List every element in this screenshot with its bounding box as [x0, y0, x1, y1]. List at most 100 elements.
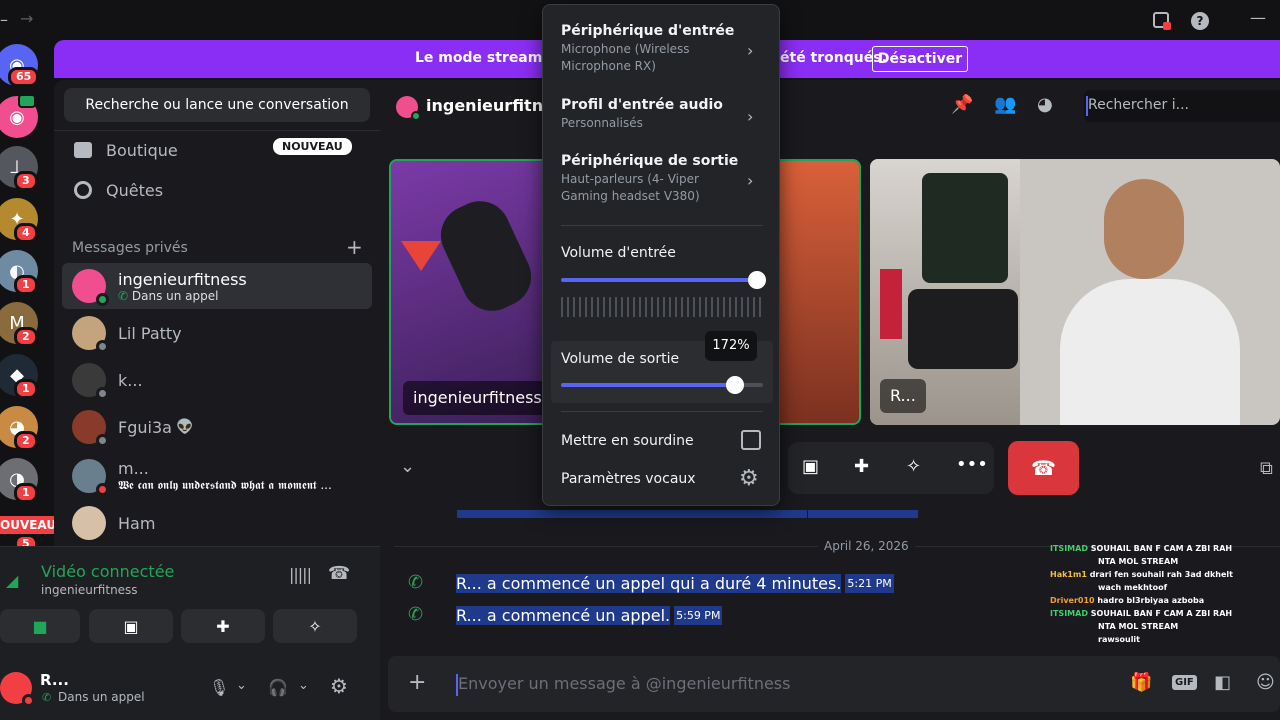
headset-icon[interactable]: 🎧 [268, 678, 288, 697]
banner-text-end: été tronqués. [780, 50, 887, 66]
gift-icon[interactable]: 🎁 [1130, 672, 1152, 693]
meter-tick [717, 297, 719, 317]
soundboard-button[interactable]: ✧ [273, 609, 357, 643]
dm-item[interactable]: ingenieurfitness ✆ Dans un appel [62, 263, 372, 309]
chat-line: ITSIMAD SOUHAIL BAN F CAM A ZBI RAH [1050, 609, 1233, 618]
meter-tick [621, 297, 623, 317]
sticker-icon[interactable]: ◧ [1214, 672, 1231, 693]
dm-item[interactable]: m... 𝖂𝖊 𝖈𝖆𝖓 𝖔𝖓𝖑𝖞 𝖚𝖓𝖉𝖊𝖗𝖘𝖙𝖆𝖓𝖉 𝖜𝖍𝖆𝖙 𝖆 𝖒𝖔𝖒𝖊𝖓… [62, 451, 372, 501]
disable-streamer-button[interactable]: Désactiver [872, 46, 968, 72]
forward-arrow-icon[interactable]: → [20, 9, 33, 28]
chat-line: wach mekhtoof [1098, 583, 1168, 592]
slider-fill [561, 383, 735, 387]
video-tile[interactable]: R... [870, 159, 1280, 425]
meter-tick [609, 297, 611, 317]
output-volume-label: Volume de sortie [561, 351, 680, 367]
profile-icon[interactable]: ◕ [1037, 94, 1053, 115]
meter-tick [675, 297, 677, 317]
chat-line: rawsoulit [1098, 635, 1140, 644]
input-level-meter [561, 297, 763, 317]
inbox-icon[interactable] [1153, 12, 1171, 30]
screen-share-icon[interactable]: ▣ [802, 456, 819, 477]
search-conversation-button[interactable]: Recherche ou lance une conversation [64, 88, 370, 122]
message: R... a commencé un appel qui a duré 4 mi… [456, 571, 894, 595]
audio-settings-popup: Périphérique d'entrée Microphone (Wirele… [542, 4, 780, 506]
gear-icon[interactable]: ⚙ [739, 466, 759, 491]
shop-label: Boutique [106, 140, 178, 160]
slider-fill [561, 278, 757, 282]
notification-badge: 2 [14, 327, 38, 347]
input-profile-menu-item[interactable]: Profil d'entrée audio Personnalisés › [551, 93, 771, 137]
main-area: ingenieurfitness 📌 👥 ◕ Rechercher i... i… [380, 80, 1280, 720]
meter-tick [657, 297, 659, 317]
quests-label: Quêtes [106, 180, 164, 200]
voice-channel[interactable]: ingenieurfitness [41, 583, 138, 597]
meter-tick [669, 297, 671, 317]
input-volume-slider[interactable] [561, 271, 766, 289]
quests-item[interactable]: Quêtes [74, 175, 163, 205]
hang-up-button[interactable]: ☎ [1008, 441, 1079, 495]
input-volume-label: Volume d'entrée [561, 245, 676, 261]
avatar [72, 459, 109, 496]
dm-item[interactable]: Fgui3a 👽 [62, 404, 372, 450]
output-volume-slider[interactable] [561, 376, 763, 394]
activities-button[interactable]: ✚ [181, 609, 265, 643]
voice-settings-label[interactable]: Paramètres vocaux [561, 471, 696, 487]
notification-badge: 1 [14, 483, 38, 503]
call-controls: ▣ ✚ ✧ ••• [788, 442, 994, 494]
chevron-down-icon[interactable]: ⌄ [236, 678, 247, 693]
message-time: 5:59 PM [674, 605, 723, 625]
soundboard-icon[interactable]: ✧ [906, 456, 921, 477]
phone-icon: ✆ [42, 691, 52, 704]
signal-icon: ◢ [6, 571, 19, 590]
camera-button[interactable]: ■ [0, 609, 80, 643]
slider-knob[interactable] [726, 376, 744, 394]
dm-name: Ham [118, 513, 156, 533]
screen-share-icon: ▣ [123, 616, 139, 636]
minimize-icon[interactable]: — [1250, 8, 1266, 27]
gear-icon[interactable]: ⚙ [330, 674, 348, 698]
chat-line: Hak1m1 drari fen souhail rah 3ad dkhelt [1050, 570, 1233, 579]
divider [54, 130, 380, 131]
dm-item[interactable]: Ham [62, 500, 372, 546]
meter-tick [699, 297, 701, 317]
notification-badge: 4 [14, 223, 38, 243]
meter-tick [753, 297, 755, 317]
dm-item[interactable]: k... [62, 357, 372, 403]
back-arrow-icon[interactable]: – [0, 10, 8, 29]
more-icon[interactable]: ••• [956, 454, 988, 475]
dm-name: Lil Patty [118, 323, 182, 343]
emoji-icon[interactable]: ☺ [1256, 672, 1275, 693]
share-screen-button[interactable]: ▣ [89, 609, 173, 643]
dm-item[interactable]: Lil Patty [62, 310, 372, 356]
disconnect-icon[interactable]: ☎ [328, 563, 350, 584]
dm-name: Fgui3a [118, 417, 172, 437]
message-input[interactable]: Envoyer un message à @ingenieurfitness [458, 674, 790, 693]
search-input[interactable]: Rechercher i... [1084, 90, 1280, 122]
input-device-menu-item[interactable]: Périphérique d'entrée Microphone (Wirele… [551, 13, 771, 81]
chevron-down-icon[interactable]: ⌄ [298, 678, 309, 693]
help-icon[interactable]: ? [1191, 12, 1209, 30]
gif-icon[interactable]: GIF [1172, 675, 1197, 690]
meter-tick [687, 297, 689, 317]
meter-tick [573, 297, 575, 317]
noise-suppression-icon[interactable]: ||||| [289, 565, 312, 584]
microphone-icon[interactable]: 🎙 [209, 678, 229, 697]
activities-icon: ✚ [216, 616, 230, 636]
add-attachment-icon[interactable]: + [408, 670, 426, 695]
avatar[interactable] [0, 672, 35, 707]
add-friend-icon[interactable]: 👥 [994, 94, 1016, 115]
meter-tick [663, 297, 665, 317]
popout-icon[interactable]: ⧉ [1260, 458, 1273, 479]
chevron-down-icon[interactable]: ⌄ [400, 456, 415, 477]
pin-icon[interactable]: 📌 [951, 94, 973, 115]
slider-knob[interactable] [748, 271, 766, 289]
meter-tick [639, 297, 641, 317]
output-device-menu-item[interactable]: Périphérique de sortie Haut-parleurs (4-… [551, 149, 771, 213]
mute-checkbox[interactable] [741, 430, 761, 450]
add-dm-button[interactable]: + [346, 235, 363, 259]
shop-item[interactable]: Boutique [74, 135, 178, 165]
activities-icon[interactable]: ✚ [854, 456, 869, 477]
notification-badge: 3 [14, 171, 38, 191]
notification-badge: 65 [8, 67, 40, 87]
